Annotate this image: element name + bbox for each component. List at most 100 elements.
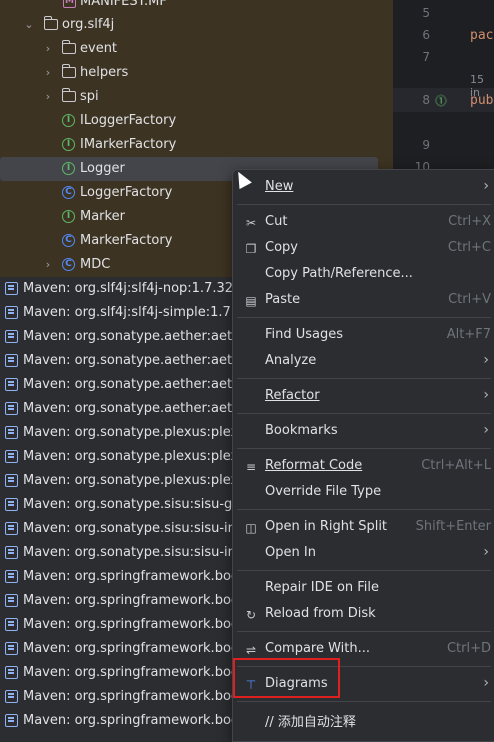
- folder-icon: [62, 40, 76, 54]
- compare-icon: ⇌: [245, 643, 257, 657]
- menu-label: Copy: [265, 240, 298, 255]
- menu-item-copy[interactable]: ❐ Copy Ctrl+C: [233, 236, 494, 262]
- chevron-right-icon: ›: [483, 387, 489, 403]
- tree-row-class[interactable]: I IMarkerFactory: [0, 133, 393, 157]
- library-icon: [5, 306, 18, 319]
- tree-row-class[interactable]: I ILoggerFactory: [0, 109, 393, 133]
- library-icon: [5, 714, 18, 727]
- tree-label-class: ILoggerFactory: [80, 113, 177, 128]
- menu-item-copy-path[interactable]: Copy Path/Reference...: [233, 262, 494, 288]
- tree-label-mdc: MDC: [80, 257, 111, 272]
- menu-item-repair-ide[interactable]: Repair IDE on File: [233, 576, 494, 602]
- library-icon: [5, 474, 18, 487]
- tree-row-folder[interactable]: › helpers: [0, 61, 393, 85]
- menu-item-paste[interactable]: ▤ Paste Ctrl+V: [233, 288, 494, 314]
- menu-item-analyze[interactable]: Analyze ›: [233, 349, 494, 375]
- menu-separator: [237, 570, 491, 571]
- tree-row-folder[interactable]: › spi: [0, 85, 393, 109]
- implementations-gutter-icon[interactable]: ⓵: [435, 92, 447, 109]
- tree-row-manifest[interactable]: M MANIFEST.MF: [0, 0, 393, 14]
- library-icon: [5, 546, 18, 559]
- copy-icon: ❐: [245, 242, 257, 256]
- menu-item-reformat[interactable]: ≡ Reformat Code Ctrl+Alt+L: [233, 454, 494, 480]
- interface-icon: I: [62, 114, 75, 127]
- library-label: Maven: org.springframework.boo: [23, 641, 239, 656]
- library-icon: [5, 690, 18, 703]
- menu-item-cut[interactable]: ✂ Cut Ctrl+X: [233, 210, 494, 236]
- chevron-down-icon[interactable]: ⌄: [22, 13, 36, 37]
- scissors-icon: ✂: [245, 216, 257, 230]
- library-label: Maven: org.sonatype.plexus:plex: [23, 473, 239, 488]
- menu-item-add-comment[interactable]: // 添加自动注释: [233, 707, 494, 733]
- library-label: Maven: org.springframework.boo: [23, 665, 239, 680]
- menu-item-open-right-split[interactable]: ◫ Open in Right Split Shift+Enter: [233, 515, 494, 541]
- manifest-file-icon: M: [63, 0, 76, 8]
- menu-label: Open in Right Split: [265, 519, 388, 534]
- menu-item-find-usages[interactable]: Find Usages Alt+F7: [233, 323, 494, 349]
- library-label: Maven: org.sonatype.sisu:sisu-inj: [23, 521, 240, 536]
- library-label: Maven: org.sonatype.sisu:sisu-gu: [23, 497, 241, 512]
- tree-row-package[interactable]: ⌄ org.slf4j: [0, 13, 393, 37]
- chevron-right-icon: ›: [483, 178, 489, 194]
- library-label: Maven: org.sonatype.aether:aeth: [23, 401, 241, 416]
- tree-label-manifest: MANIFEST.MF: [80, 0, 167, 9]
- class-icon: C: [62, 234, 75, 247]
- library-icon: [5, 330, 18, 343]
- menu-item-bookmarks[interactable]: Bookmarks ›: [233, 419, 494, 445]
- menu-shortcut: Alt+F7: [446, 327, 491, 342]
- menu-label: Find Usages: [265, 327, 344, 342]
- library-icon: [5, 402, 18, 415]
- menu-item-override-file-type[interactable]: Override File Type: [233, 480, 494, 506]
- library-label: Maven: org.springframework.boo: [23, 569, 239, 584]
- menu-label: Compare With...: [265, 641, 371, 656]
- library-icon: [5, 642, 18, 655]
- line-number: 9: [422, 138, 430, 152]
- chevron-right-icon[interactable]: ›: [41, 253, 55, 277]
- interface-icon: I: [62, 210, 75, 223]
- chevron-right-icon: ›: [483, 422, 489, 438]
- menu-label: Paste: [265, 292, 301, 307]
- tree-label-folder: helpers: [80, 65, 129, 80]
- chevron-right-icon[interactable]: ›: [41, 37, 55, 61]
- library-label: Maven: org.slf4j:slf4j-simple:1.7.3: [23, 305, 244, 320]
- tree-label-package: org.slf4j: [62, 17, 115, 32]
- class-icon: C: [62, 186, 75, 199]
- reload-icon: ↻: [245, 608, 257, 622]
- chevron-right-icon: ›: [483, 544, 489, 560]
- menu-separator: [237, 509, 491, 510]
- library-label: Maven: org.sonatype.aether:aeth: [23, 329, 241, 344]
- menu-separator: [237, 317, 491, 318]
- menu-item-reload[interactable]: ↻ Reload from Disk: [233, 602, 494, 628]
- menu-label: Bookmarks: [265, 423, 338, 438]
- library-label: Maven: org.sonatype.aether:aeth: [23, 353, 241, 368]
- reformat-icon: ≡: [245, 460, 257, 474]
- tree-label-folder: event: [80, 41, 118, 56]
- menu-separator: [237, 413, 491, 414]
- library-label: Maven: org.sonatype.plexus:plex: [23, 425, 239, 440]
- chevron-right-icon[interactable]: ›: [41, 85, 55, 109]
- line-number: 5: [422, 6, 430, 20]
- menu-item-open-in[interactable]: Open In ›: [233, 541, 494, 567]
- chevron-right-icon: ›: [483, 352, 489, 368]
- chevron-right-icon[interactable]: ›: [41, 61, 55, 85]
- library-label: Maven: org.springframework.boo: [23, 713, 239, 728]
- menu-separator: [237, 631, 491, 632]
- menu-item-new[interactable]: New ›: [233, 175, 494, 201]
- annotation-highlight-box: [233, 658, 340, 698]
- menu-item-refactor[interactable]: Refactor ›: [233, 384, 494, 410]
- library-icon: [5, 666, 18, 679]
- library-label: Maven: org.slf4j:slf4j-nop:1.7.32: [23, 281, 234, 296]
- menu-label: New: [265, 179, 294, 194]
- folder-icon: [62, 88, 76, 102]
- tree-label-class: IMarkerFactory: [80, 137, 177, 152]
- interface-icon: I: [62, 162, 75, 175]
- menu-label: Reformat Code: [265, 458, 363, 473]
- library-icon: [5, 522, 18, 535]
- class-icon: C: [62, 258, 75, 271]
- menu-label: Reload from Disk: [265, 606, 376, 621]
- tree-row-folder[interactable]: › event: [0, 37, 393, 61]
- folder-icon: [62, 64, 76, 78]
- menu-label: // 添加自动注释: [265, 715, 356, 730]
- menu-shortcut: Shift+Enter: [415, 519, 491, 534]
- chevron-right-icon: ›: [483, 675, 489, 691]
